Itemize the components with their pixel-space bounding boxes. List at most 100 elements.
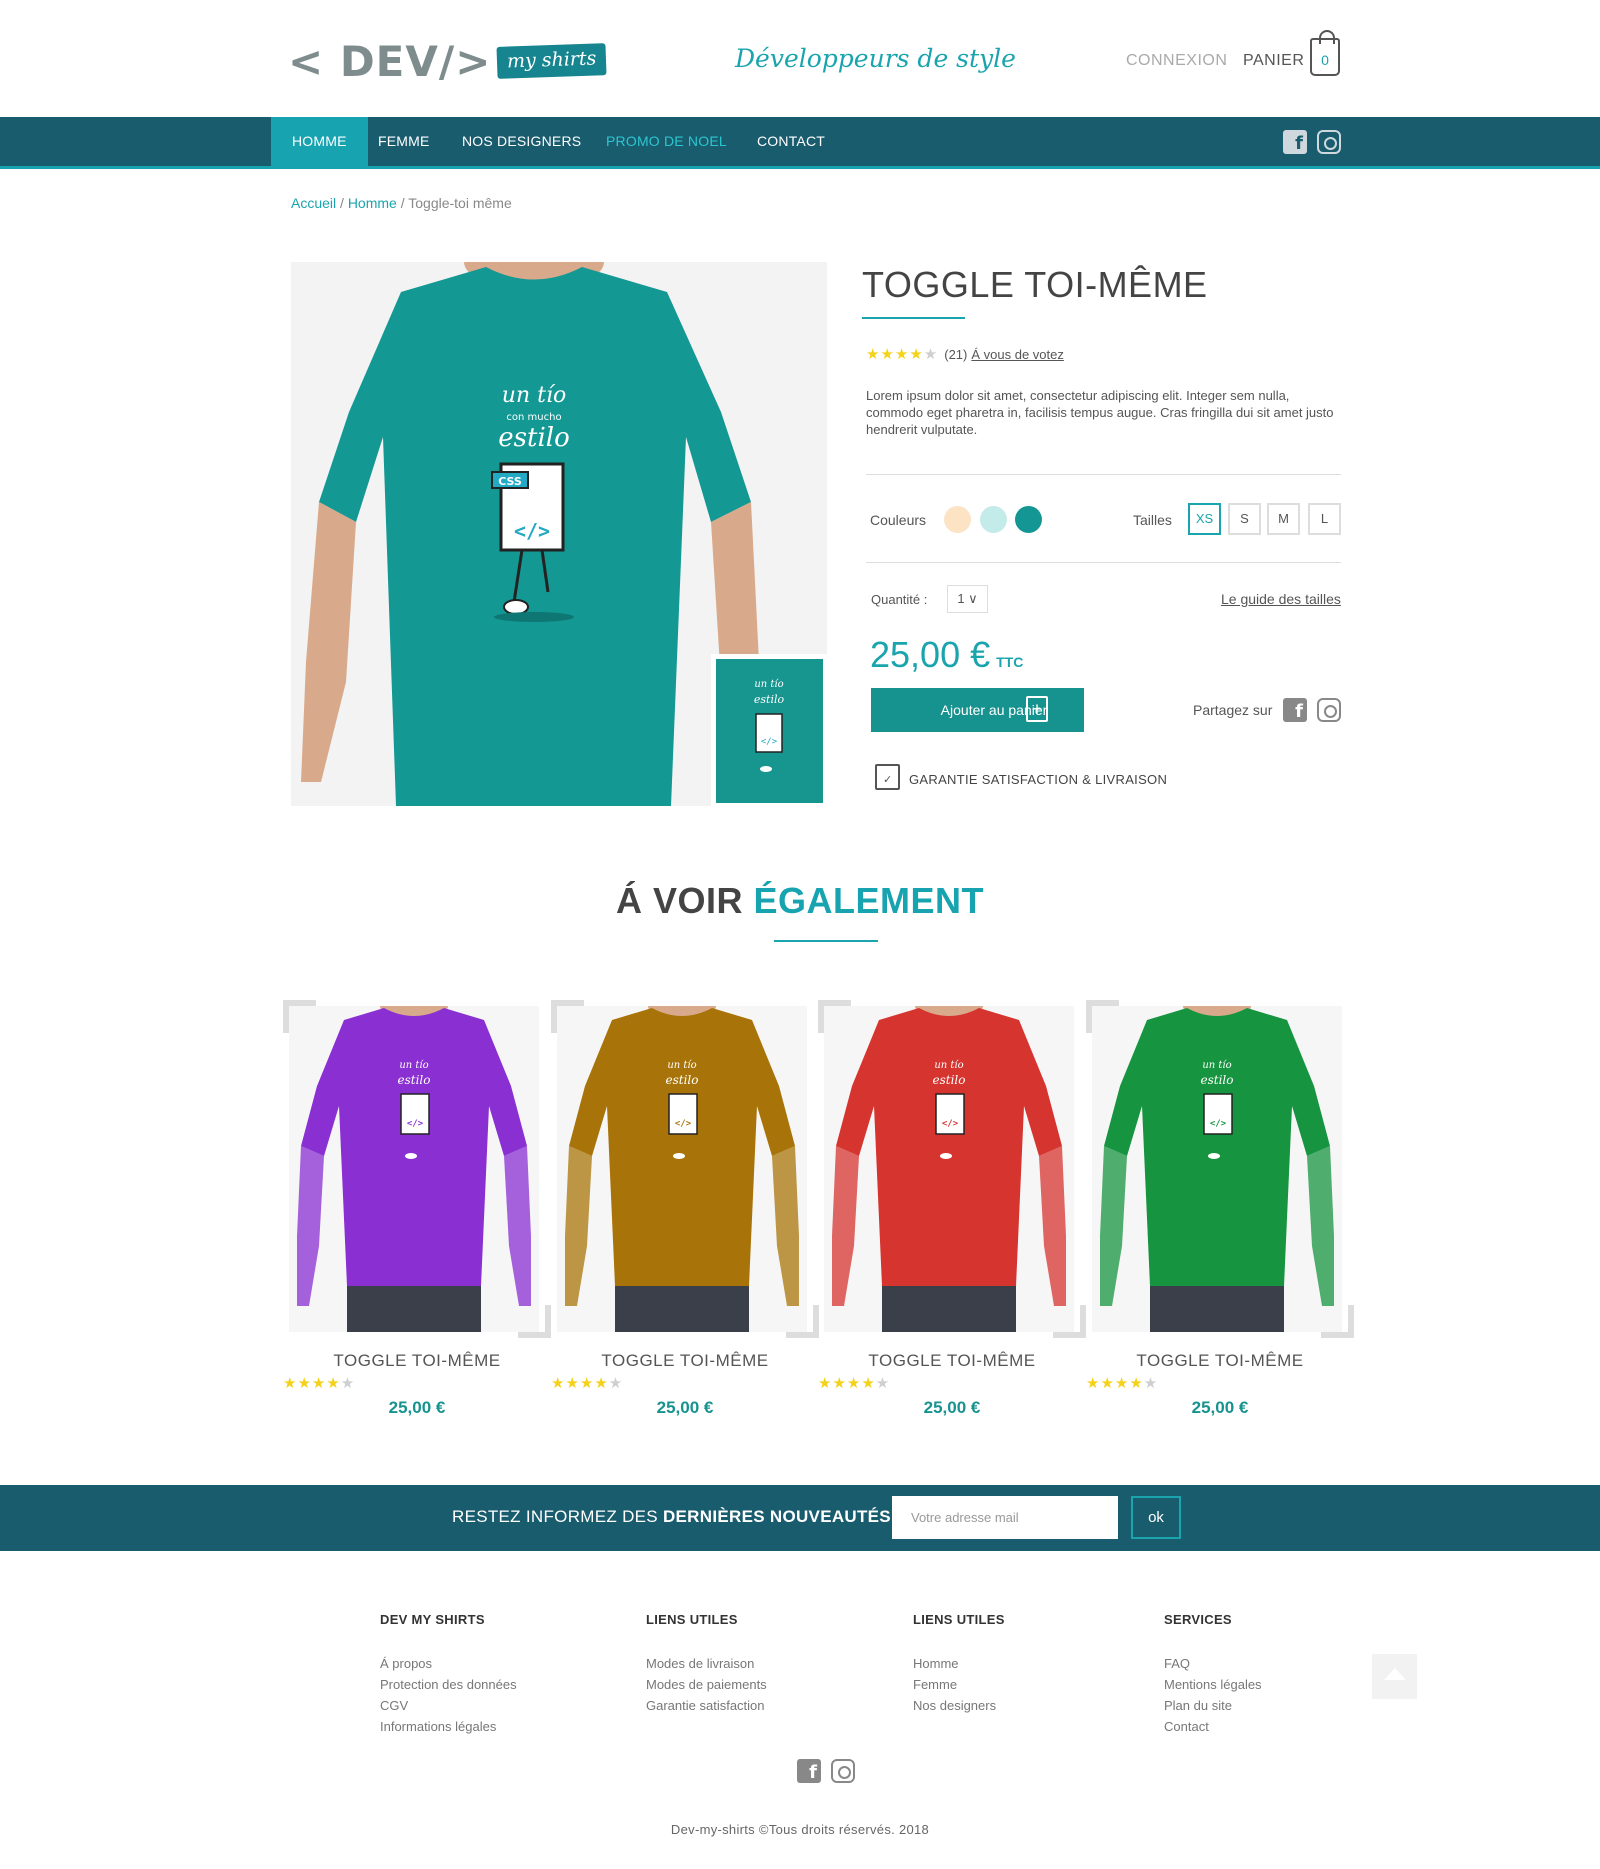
facebook-icon[interactable]: f (1283, 130, 1307, 154)
rating-stars: ★★★★ ★ (283, 1375, 356, 1392)
instagram-icon[interactable] (1317, 130, 1341, 154)
svg-text:</>: </> (514, 519, 550, 543)
cart-count: 0 (1321, 52, 1329, 68)
title-underline (862, 317, 965, 319)
facebook-icon[interactable]: f (797, 1759, 821, 1783)
scroll-to-top-button[interactable] (1372, 1654, 1417, 1699)
size-guide-link[interactable]: Le guide des tailles (1221, 591, 1341, 607)
svg-text:un tío: un tío (502, 383, 566, 408)
product-card-image[interactable]: un tío estilo </> (289, 1006, 539, 1332)
rating-stars: ★★★★ ★ (866, 346, 939, 363)
product-card-title[interactable]: TOGGLE TOI-MÊME (551, 1351, 819, 1371)
product-card-title[interactable]: TOGGLE TOI-MÊME (818, 1351, 1086, 1371)
footer-link[interactable]: Garantie satisfaction (646, 1695, 767, 1716)
footer-link[interactable]: CGV (380, 1695, 517, 1716)
footer-link[interactable]: FAQ (1164, 1653, 1262, 1674)
site-header: < DEV/> my shirts Développeurs de style … (0, 0, 1600, 117)
footer-link[interactable]: Homme (913, 1653, 1005, 1674)
newsletter-text-plain: RESTEZ INFORMEZ DES (452, 1507, 658, 1526)
footer-link[interactable]: Contact (1164, 1716, 1262, 1737)
newsletter-submit-button[interactable]: ok (1131, 1496, 1181, 1539)
svg-text:estilo: estilo (666, 1073, 699, 1087)
footer-link[interactable]: Modes de livraison (646, 1653, 767, 1674)
price-suffix: TTC (996, 654, 1024, 670)
footer-link[interactable]: Mentions légales (1164, 1674, 1262, 1695)
cart-link[interactable]: PANIER (1243, 52, 1304, 70)
product-card-title[interactable]: TOGGLE TOI-MÊME (1086, 1351, 1354, 1371)
footer-link[interactable]: Á propos (380, 1653, 517, 1674)
shopping-bag-icon[interactable]: 0 (1310, 30, 1340, 76)
quantity-select[interactable]: 1 ∨ (947, 585, 988, 613)
svg-text:un tío: un tío (399, 1060, 428, 1071)
product-thumbnail[interactable]: un tío estilo </> (713, 656, 826, 806)
size-xs-button[interactable]: XS (1188, 503, 1221, 535)
color-swatch-cream[interactable] (944, 506, 971, 533)
quantity-label: Quantité : (871, 592, 928, 607)
product-card[interactable]: un tío estilo </> TOGGLE TOI-MÊME ★★★★ ★ 25… (283, 1000, 551, 1417)
newsletter-email-input[interactable] (892, 1496, 1118, 1539)
svg-text:estilo: estilo (498, 423, 569, 453)
svg-text:un tío: un tío (754, 679, 783, 690)
size-s-button[interactable]: S (1228, 503, 1261, 535)
instagram-icon[interactable] (1317, 698, 1341, 722)
svg-text:estilo: estilo (398, 1073, 431, 1087)
svg-text:con mucho: con mucho (506, 412, 561, 423)
svg-text:</>: </> (1210, 1119, 1227, 1129)
divider (866, 562, 1341, 563)
product-card-image[interactable]: un tío estilo </> (1092, 1006, 1342, 1332)
footer-link[interactable]: Protection des données (380, 1674, 517, 1695)
svg-text:</>: </> (675, 1119, 692, 1129)
breadcrumb-home[interactable]: Accueil (291, 195, 336, 211)
add-to-cart-button[interactable]: Ajouter au panier + (871, 688, 1084, 732)
rating-stars: ★★★★ ★ (1086, 1375, 1159, 1392)
footer-link[interactable]: Plan du site (1164, 1695, 1262, 1716)
product-card-price: 25,00 € (388, 1398, 446, 1417)
add-bag-icon: + (1026, 696, 1048, 722)
newsletter-text: RESTEZ INFORMEZ DES DERNIÈRES NOUVEAUTÉS (452, 1507, 891, 1527)
tagline: Développeurs de style (735, 44, 1016, 73)
svg-text:</>: </> (407, 1119, 424, 1129)
product-card-image[interactable]: un tío estilo </> (824, 1006, 1074, 1332)
divider (866, 474, 1341, 475)
facebook-icon[interactable]: f (1283, 698, 1307, 722)
footer-link[interactable]: Nos designers (913, 1695, 1005, 1716)
product-card-title[interactable]: TOGGLE TOI-MÊME (283, 1351, 551, 1371)
nav-item-homme[interactable]: HOMME (271, 117, 368, 166)
footer-column: SERVICES FAQ Mentions légales Plan du si… (1164, 1612, 1262, 1737)
nav-item-femme[interactable]: FEMME (357, 117, 451, 166)
footer-link[interactable]: Modes de paiements (646, 1674, 767, 1695)
nav-item-contact[interactable]: CONTACT (736, 117, 846, 166)
svg-text:</>: </> (761, 737, 778, 747)
svg-text:un tío: un tío (667, 1060, 696, 1071)
footer-column: LIENS UTILES Modes de livraison Modes de… (646, 1612, 767, 1716)
footer-link[interactable]: Informations légales (380, 1716, 517, 1737)
product-card[interactable]: un tío estilo </> TOGGLE TOI-MÊME ★★★★ ★ 25… (818, 1000, 1086, 1417)
product-description: Lorem ipsum dolor sit amet, consectetur … (866, 388, 1334, 437)
footer-column: DEV MY SHIRTS Á propos Protection des do… (380, 1612, 517, 1737)
product-card[interactable]: un tío estilo </> TOGGLE TOI-MÊME ★★★★ ★ 25… (1086, 1000, 1354, 1417)
svg-text:estilo: estilo (933, 1073, 966, 1087)
svg-text:un tío: un tío (1202, 1060, 1231, 1071)
nav-item-nos-designers[interactable]: NOS DESIGNERS (441, 117, 602, 166)
share-label: Partagez sur (1193, 702, 1273, 718)
instagram-icon[interactable] (831, 1759, 855, 1783)
package-icon (875, 764, 900, 790)
product-card[interactable]: un tío estilo </> TOGGLE TOI-MÊME ★★★★ ★ 25… (551, 1000, 819, 1417)
color-swatch-teal[interactable] (1015, 506, 1042, 533)
nav-item-promo-de-noel[interactable]: PROMO DE NOEL (585, 117, 748, 166)
rating-stars: ★★★★ ★ (551, 1375, 624, 1392)
tshirt-illustration: un tío estilo </> (1092, 1006, 1342, 1332)
site-logo[interactable]: < DEV/> my shirts (288, 36, 608, 86)
product-card-price: 25,00 € (923, 1398, 981, 1417)
size-m-button[interactable]: M (1267, 503, 1300, 535)
footer-link[interactable]: Femme (913, 1674, 1005, 1695)
footer-column-title: LIENS UTILES (913, 1612, 1005, 1627)
size-l-button[interactable]: L (1308, 503, 1341, 535)
svg-text:un tío: un tío (934, 1060, 963, 1071)
breadcrumb-category[interactable]: Homme (348, 195, 397, 211)
vote-link[interactable]: Á vous de votez (971, 347, 1064, 362)
login-link[interactable]: CONNEXION (1126, 52, 1227, 70)
product-card-image[interactable]: un tío estilo </> (557, 1006, 807, 1332)
color-swatch-light-blue[interactable] (980, 506, 1007, 533)
related-section-title: Á VOIR ÉGALEMENT (0, 880, 1600, 922)
